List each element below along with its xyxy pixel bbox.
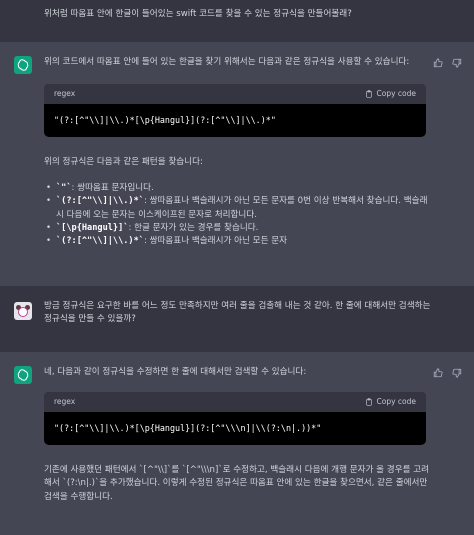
copy-code-button[interactable]: Copy code — [365, 396, 417, 408]
user-message-1: 위처럼 따옴표 안에 한글이 들어있는 swift 코드를 찾을 수 있는 정규… — [0, 0, 474, 42]
code-content: "(?:[^"\\]|\\.)*[\p{Hangul}](?:[^"\\]|\\… — [54, 115, 276, 125]
user-avatar — [14, 302, 32, 320]
assistant-message-1: 위의 코드에서 따옴표 안에 들어 있는 한글을 찾기 위해서는 다음과 같은 … — [0, 42, 474, 286]
openai-logo-icon — [17, 59, 29, 71]
feedback-actions — [433, 368, 462, 378]
thumbs-up-icon[interactable] — [433, 58, 443, 68]
list-item: `"`: 쌍따옴표 문자입니다. — [44, 182, 434, 196]
thumbs-up-icon[interactable] — [433, 368, 443, 378]
user-message-text: 방금 정규식은 요구한 바를 어느 정도 만족하지만 여러 줄을 검출해 내는 … — [44, 301, 431, 325]
code-language-label: regex — [54, 89, 76, 99]
code-block-header: regex Copy code — [44, 392, 426, 412]
chatgpt-avatar — [14, 366, 32, 384]
list-item: `(?:[^"\\]|\\.)*`: 쌍따옴표나 백슬래시가 아닌 모든 문자를… — [44, 195, 434, 222]
explanation-list: `"`: 쌍따옴표 문자입니다. `(?:[^"\\]|\\.)*`: 쌍따옴표… — [44, 182, 434, 249]
feedback-actions — [433, 58, 462, 68]
code-content: "(?:[^"\\]|\\.)*[\p{Hangul}](?:[^"\\\n]|… — [54, 423, 322, 433]
list-item: `[\p{Hangul}]`: 한글 문자가 있는 경우를 찾습니다. — [44, 222, 434, 236]
code-language-label: regex — [54, 397, 76, 407]
copy-code-label: Copy code — [376, 89, 417, 99]
assistant-message-2: 네, 다음과 같이 정규식을 수정하면 한 줄에 대해서만 검색할 수 있습니다… — [0, 352, 474, 535]
code-block-1: regex Copy code "(?:[^"\\]|\\.)*[\p{Hang… — [44, 84, 426, 138]
copy-code-label: Copy code — [376, 397, 417, 407]
code-block-header: regex Copy code — [44, 84, 426, 104]
assistant-intro-text: 위의 코드에서 따옴표 안에 들어 있는 한글을 찾기 위해서는 다음과 같은 … — [44, 57, 410, 67]
thumbs-down-icon[interactable] — [452, 368, 462, 378]
clipboard-icon — [365, 398, 372, 406]
thumbs-down-icon[interactable] — [452, 58, 462, 68]
chatgpt-avatar — [14, 56, 32, 74]
assistant-intro-text: 네, 다음과 같이 정규식을 수정하면 한 줄에 대해서만 검색할 수 있습니다… — [44, 367, 307, 377]
openai-logo-icon — [17, 369, 29, 381]
user-message-2: 방금 정규식은 요구한 바를 어느 정도 만족하지만 여러 줄을 검출해 내는 … — [0, 286, 474, 352]
assistant-outro-text: 기존에 사용했던 패턴에서 `[^"\\]`를 `[^"\\\n]`로 수정하고… — [44, 465, 430, 502]
copy-code-button[interactable]: Copy code — [365, 88, 417, 100]
user-message-text: 위처럼 따옴표 안에 한글이 들어있는 swift 코드를 찾을 수 있는 정규… — [44, 9, 352, 19]
clipboard-icon — [365, 90, 372, 98]
explain-intro-text: 위의 정규식은 다음과 같은 패턴을 찾습니다: — [44, 157, 203, 167]
code-block-2: regex Copy code "(?:[^"\\]|\\.)*[\p{Hang… — [44, 392, 426, 446]
list-item: `(?:[^"\\]|\\.)*`: 쌍따옴표나 백슬래시가 아닌 모든 문자 — [44, 235, 434, 249]
